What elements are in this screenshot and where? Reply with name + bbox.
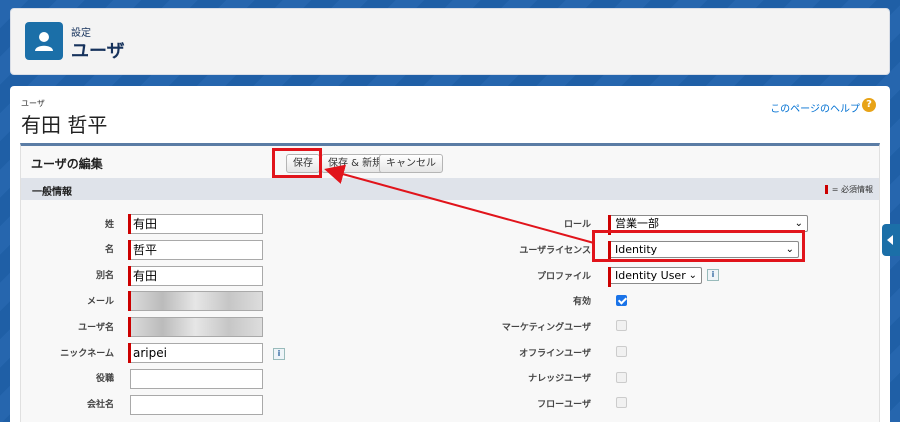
arrow-line: [324, 164, 595, 244]
annotation-arrow-icon: [324, 164, 595, 244]
